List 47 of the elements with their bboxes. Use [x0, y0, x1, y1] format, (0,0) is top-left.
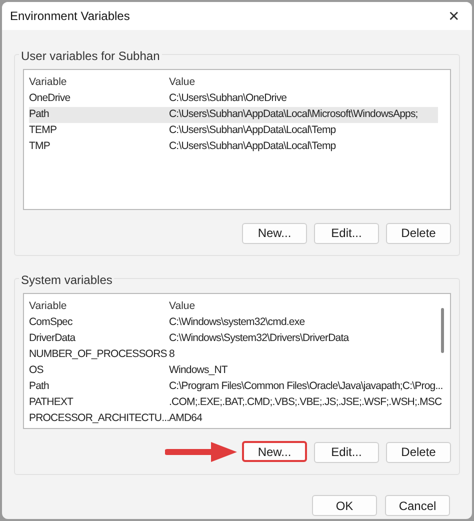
- variable-value: C:\Windows\System32\Drivers\DriverData: [169, 331, 349, 346]
- column-header: Variable: [29, 75, 68, 90]
- variable-value: 8: [169, 347, 174, 362]
- variable-row[interactable]: TEMP C:\Users\Subhan\AppData\Local\Temp: [29, 123, 438, 139]
- variable-name: OneDrive: [29, 91, 72, 106]
- variable-value: C:\Users\Subhan\OneDrive: [169, 91, 287, 106]
- variable-name: PROCESSOR_ARCHITECTU...: [29, 411, 169, 426]
- variable-row[interactable]: ComSpec C:\Windows\system32\cmd.exe: [29, 315, 438, 331]
- column-header: Variable: [29, 299, 68, 314]
- action-button[interactable]: Delete: [386, 442, 451, 462]
- action-button[interactable]: Edit...: [314, 222, 379, 244]
- variable-row[interactable]: OneDrive C:\Users\Subhan\OneDrive: [29, 91, 438, 107]
- column-header: Value: [169, 299, 196, 314]
- variable-row[interactable]: DriverData C:\Windows\System32\Drivers\DriverData: [29, 331, 438, 347]
- window-title: Environment Variables: [10, 8, 130, 25]
- variable-value: C:\Users\Subhan\AppData\Local\Microsoft\WindowsApps;: [169, 107, 418, 122]
- variable-name: Path: [29, 107, 50, 122]
- variable-name: NUMBER_OF_PROCESSORS: [29, 347, 168, 362]
- variable-value: Windows_NT: [169, 363, 228, 378]
- action-button[interactable]: New...: [242, 441, 307, 462]
- variable-value: C:\Program Files\Common Files\Oracle\Java\javapath;C:\Prog...: [169, 379, 443, 394]
- action-button[interactable]: Edit...: [314, 442, 379, 462]
- variable-value: C:\Users\Subhan\AppData\Local\Temp: [169, 139, 336, 154]
- variable-row[interactable]: TMP C:\Users\Subhan\AppData\Local\Temp: [29, 139, 438, 155]
- variable-row[interactable]: PROCESSOR_ARCHITECTU...AMD64: [29, 411, 438, 427]
- scrollbar-thumb[interactable]: [441, 308, 444, 353]
- variable-row[interactable]: NUMBER_OF_PROCESSORS 8: [29, 347, 438, 363]
- variable-row[interactable]: OS Windows_NT: [29, 363, 438, 379]
- variable-row[interactable]: Path C:\Users\Subhan\AppData\Local\Microsoft\WindowsApps;: [29, 107, 438, 123]
- variable-name: DriverData: [29, 331, 77, 346]
- arrow-icon: [165, 441, 239, 463]
- variable-value: C:\Windows\system32\cmd.exe: [169, 315, 305, 330]
- variable-name: Path: [29, 379, 50, 394]
- column-header: Value: [169, 75, 196, 90]
- variable-value: C:\Users\Subhan\AppData\Local\Temp: [169, 123, 336, 138]
- dialog-button[interactable]: OK: [312, 495, 377, 516]
- variable-name: PATHEXT: [29, 395, 74, 410]
- variable-name: OS: [29, 363, 44, 378]
- variable-name: TMP: [29, 139, 51, 154]
- action-button[interactable]: New...: [242, 222, 307, 244]
- variable-name: TEMP: [29, 123, 58, 138]
- dialog-button[interactable]: Cancel: [385, 495, 450, 516]
- variable-value: .COM;.EXE;.BAT;.CMD;.VBS;.VBE;.JS;.JSE;.WSF;.WSH;.MSC: [169, 395, 442, 410]
- variable-value: AMD64: [169, 411, 202, 426]
- action-button[interactable]: Delete: [386, 222, 451, 244]
- close-button[interactable]: ✕: [444, 6, 464, 26]
- variable-name: ComSpec: [29, 315, 74, 330]
